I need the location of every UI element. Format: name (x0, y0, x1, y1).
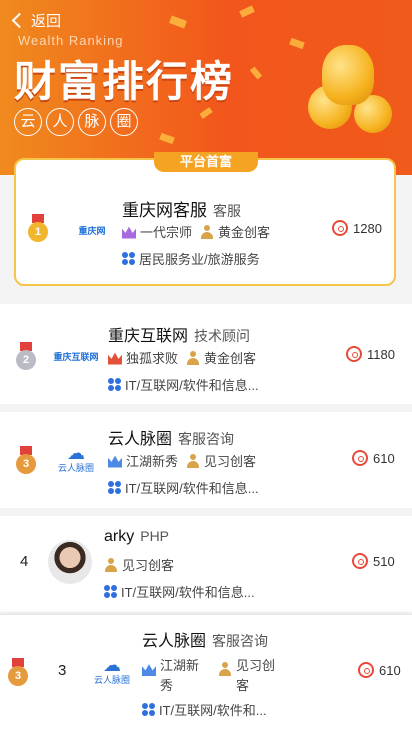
crown-icon (108, 455, 122, 468)
user-role: 客服咨询 (178, 431, 235, 447)
avatar (48, 540, 92, 584)
industry-tag: IT/互联网/软件和信息... (104, 582, 255, 601)
category-icon (108, 378, 121, 391)
english-title: Wealth Ranking (18, 33, 124, 48)
level-tag: 江湖新秀 (142, 656, 199, 696)
brand-char: 云 (14, 108, 42, 136)
company-logo: 重庆互联网 (53, 351, 99, 362)
score: 1180 (346, 346, 395, 362)
company-logo: ☁ 云人脉圈 (93, 654, 130, 685)
badge-tag: 见习创客 (218, 656, 275, 696)
user-name[interactable]: 云人脉圈 客服咨询 (142, 627, 268, 651)
user-icon (218, 662, 232, 676)
score: 1280 (332, 220, 382, 236)
category-icon (142, 703, 155, 716)
badge-tag: 见习创客 (104, 555, 174, 574)
category-icon (122, 252, 135, 265)
user-name[interactable]: 重庆网客服 客服 (122, 196, 241, 221)
score: 610 (358, 662, 401, 678)
user-role: 技术顾问 (194, 328, 251, 344)
industry-tag: IT/互联网/软件和信息... (108, 375, 259, 394)
category-icon (104, 585, 117, 598)
user-icon (104, 557, 118, 572)
wealth-icon (346, 346, 362, 362)
user-role: 客服 (213, 203, 241, 219)
badge-tag: 黄金创客 (200, 222, 270, 241)
industry-tag: IT/互联网/软件和... (142, 700, 267, 719)
user-name[interactable]: arky PHP (104, 528, 169, 546)
score: 510 (352, 553, 395, 569)
badge-tag: 见习创客 (186, 451, 256, 470)
wealth-icon (358, 662, 374, 678)
money-bag-icon (322, 45, 374, 105)
brand-badges: 云 人 脉 圈 (14, 108, 138, 136)
brand-char: 人 (46, 108, 74, 136)
score: 610 (352, 450, 395, 466)
bronze-medal-icon: 3 (16, 446, 36, 474)
back-button[interactable]: 返回 (11, 10, 62, 31)
wealth-icon (352, 553, 368, 569)
top-label: 平台首富 (154, 152, 258, 172)
industry-tag: IT/互联网/软件和信息... (108, 478, 259, 497)
level-tag: 一代宗师 (122, 222, 192, 241)
rank-number: 4 (20, 553, 29, 570)
silver-medal-icon: 2 (16, 342, 36, 370)
brand-char: 圈 (110, 108, 138, 136)
user-icon (186, 350, 200, 365)
user-icon (200, 224, 214, 239)
chevron-left-icon (11, 12, 28, 29)
user-icon (186, 453, 200, 468)
wealth-icon (332, 220, 348, 236)
page-title: 财富排行榜 (14, 58, 235, 105)
user-name[interactable]: 重庆互联网 技术顾问 (108, 322, 250, 346)
crown-icon (122, 226, 136, 239)
gold-medal-icon: 1 (28, 214, 48, 242)
user-role: PHP (140, 528, 170, 544)
crown-icon (108, 352, 122, 365)
category-icon (108, 481, 121, 494)
back-label: 返回 (31, 13, 62, 30)
user-role: 客服咨询 (212, 633, 269, 649)
wealth-icon (352, 450, 368, 466)
crown-icon (142, 664, 156, 676)
rank-number: 3 (58, 662, 67, 679)
bronze-medal-icon: 3 (8, 658, 28, 686)
badge-tag: 黄金创客 (186, 348, 256, 367)
level-tag: 独孤求败 (108, 348, 178, 367)
company-logo: ☁ 云人脉圈 (57, 442, 94, 473)
level-tag: 江湖新秀 (108, 451, 178, 470)
industry-tag: 居民服务业/旅游服务 (122, 249, 260, 268)
company-logo: 重庆网 (78, 225, 106, 236)
brand-char: 脉 (78, 108, 106, 136)
user-name[interactable]: 云人脉圈 客服咨询 (108, 425, 234, 449)
